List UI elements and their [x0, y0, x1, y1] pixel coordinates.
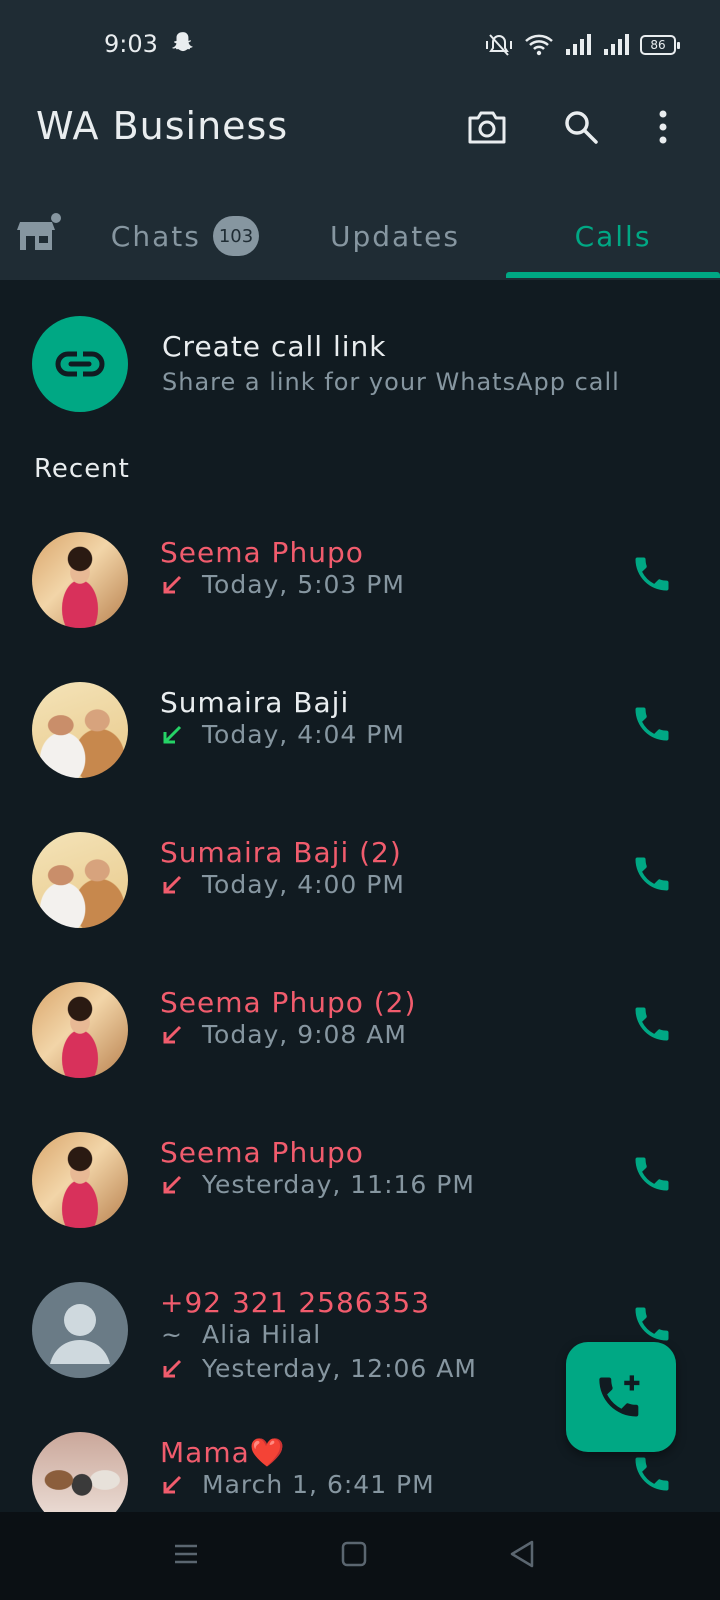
call-time: March 1, 6:41 PM — [202, 1470, 435, 1499]
missed-call-arrow-icon — [163, 1475, 182, 1493]
tab-chats-label: Chats — [110, 219, 201, 253]
call-row[interactable]: Seema Phupo Yesterday, 11:16 PM — [0, 1120, 720, 1272]
phone-call-icon[interactable] — [630, 852, 674, 896]
call-meta: Today, 5:03 PM — [160, 570, 405, 599]
link-icon — [55, 351, 105, 377]
missed-call-arrow-icon — [163, 575, 182, 593]
add-call-icon — [599, 1375, 640, 1417]
home-nav-icon[interactable] — [334, 1534, 374, 1574]
call-row[interactable]: Seema Phupo Today, 5:03 PM — [0, 520, 720, 672]
system-nav-bar — [0, 1512, 720, 1600]
app-title: WA Business — [36, 104, 289, 148]
phone-call-icon[interactable] — [630, 1002, 674, 1046]
alias-tilde: ~ — [161, 1320, 183, 1349]
unread-badge: 103 — [212, 216, 260, 256]
top-app-header: 9:03 86 WA Business Chats 103 Updates Ca… — [0, 0, 720, 280]
caller-alias: ~ Alia Hilal — [160, 1320, 321, 1349]
app-bar: WA Business — [0, 90, 720, 170]
missed-call-arrow-icon — [163, 1359, 182, 1377]
create-link-title: Create call link — [162, 330, 387, 363]
call-time: Today, 4:00 PM — [202, 870, 405, 899]
status-bar: 9:03 86 — [0, 22, 720, 68]
caller-name: Seema Phupo (2) — [160, 986, 417, 1019]
caller-name: Seema Phupo — [160, 536, 364, 569]
phone-call-icon[interactable] — [630, 702, 674, 746]
status-time: 9:03 — [104, 30, 158, 58]
call-row[interactable]: Seema Phupo (2) Today, 9:08 AM — [0, 970, 720, 1122]
snapchat-icon — [172, 32, 193, 52]
create-link-subtitle: Share a link for your WhatsApp call — [162, 368, 620, 396]
shop-icon[interactable] — [16, 210, 62, 256]
new-call-fab[interactable] — [566, 1342, 676, 1452]
call-time: Today, 9:08 AM — [202, 1020, 407, 1049]
caller-name: Sumaira Baji — [160, 686, 350, 719]
avatar[interactable] — [32, 832, 128, 928]
caller-name: Seema Phupo — [160, 1136, 364, 1169]
default-person-icon — [50, 1304, 110, 1364]
mute-icon — [486, 34, 512, 56]
call-meta: Today, 4:00 PM — [160, 870, 405, 899]
avatar[interactable] — [32, 682, 128, 778]
tab-chats[interactable]: Chats 103 — [100, 196, 270, 276]
call-time: Today, 5:03 PM — [202, 570, 405, 599]
signal-2-icon — [604, 34, 629, 55]
missed-call-arrow-icon — [163, 1175, 182, 1193]
call-row[interactable]: Sumaira Baji (2) Today, 4:00 PM — [0, 820, 720, 972]
call-meta: Today, 9:08 AM — [160, 1020, 407, 1049]
tab-calls-label: Calls — [574, 219, 652, 253]
active-tab-indicator — [506, 272, 720, 278]
battery-icon: 86 — [640, 35, 680, 55]
search-icon[interactable] — [558, 104, 604, 150]
tab-bar: Chats 103 Updates Calls — [0, 196, 720, 280]
phone-call-icon[interactable] — [630, 552, 674, 596]
avatar[interactable] — [32, 982, 128, 1078]
signal-1-icon — [566, 34, 591, 55]
tab-updates-label: Updates — [330, 219, 460, 253]
missed-call-arrow-icon — [163, 1025, 182, 1043]
missed-call-arrow-icon — [163, 875, 182, 893]
caller-number: +92 321 2586353 — [160, 1286, 431, 1319]
avatar[interactable] — [32, 1282, 128, 1378]
avatar[interactable] — [32, 532, 128, 628]
alias-name: Alia Hilal — [202, 1320, 322, 1349]
phone-call-icon[interactable] — [630, 1452, 674, 1496]
camera-icon[interactable] — [464, 104, 510, 150]
call-time: Yesterday, 12:06 AM — [202, 1354, 477, 1383]
call-meta: Yesterday, 11:16 PM — [160, 1170, 475, 1199]
call-time: Yesterday, 11:16 PM — [202, 1170, 475, 1199]
call-time: Today, 4:04 PM — [202, 720, 405, 749]
tab-calls[interactable]: Calls — [506, 196, 720, 276]
more-icon[interactable] — [640, 104, 686, 150]
link-icon-circle — [32, 316, 128, 412]
create-call-link[interactable]: Create call link Share a link for your W… — [0, 300, 720, 412]
caller-name: Mama❤️ — [160, 1436, 286, 1469]
call-meta: Today, 4:04 PM — [160, 720, 405, 749]
tab-updates[interactable]: Updates — [300, 196, 490, 276]
call-meta: Yesterday, 12:06 AM — [160, 1354, 477, 1383]
caller-name: Sumaira Baji (2) — [160, 836, 402, 869]
call-row[interactable]: Sumaira Baji Today, 4:04 PM — [0, 670, 720, 822]
phone-call-icon[interactable] — [630, 1152, 674, 1196]
recent-section-label: Recent — [34, 454, 130, 484]
avatar[interactable] — [32, 1432, 128, 1512]
back-nav-icon[interactable] — [502, 1534, 542, 1574]
wifi-icon — [525, 34, 553, 56]
menu-nav-icon[interactable] — [166, 1534, 206, 1574]
status-icons: 86 — [484, 30, 680, 60]
phone-call-icon[interactable] — [630, 1302, 674, 1346]
avatar[interactable] — [32, 1132, 128, 1228]
incoming-call-arrow-icon — [163, 725, 182, 743]
call-meta: March 1, 6:41 PM — [160, 1470, 435, 1499]
